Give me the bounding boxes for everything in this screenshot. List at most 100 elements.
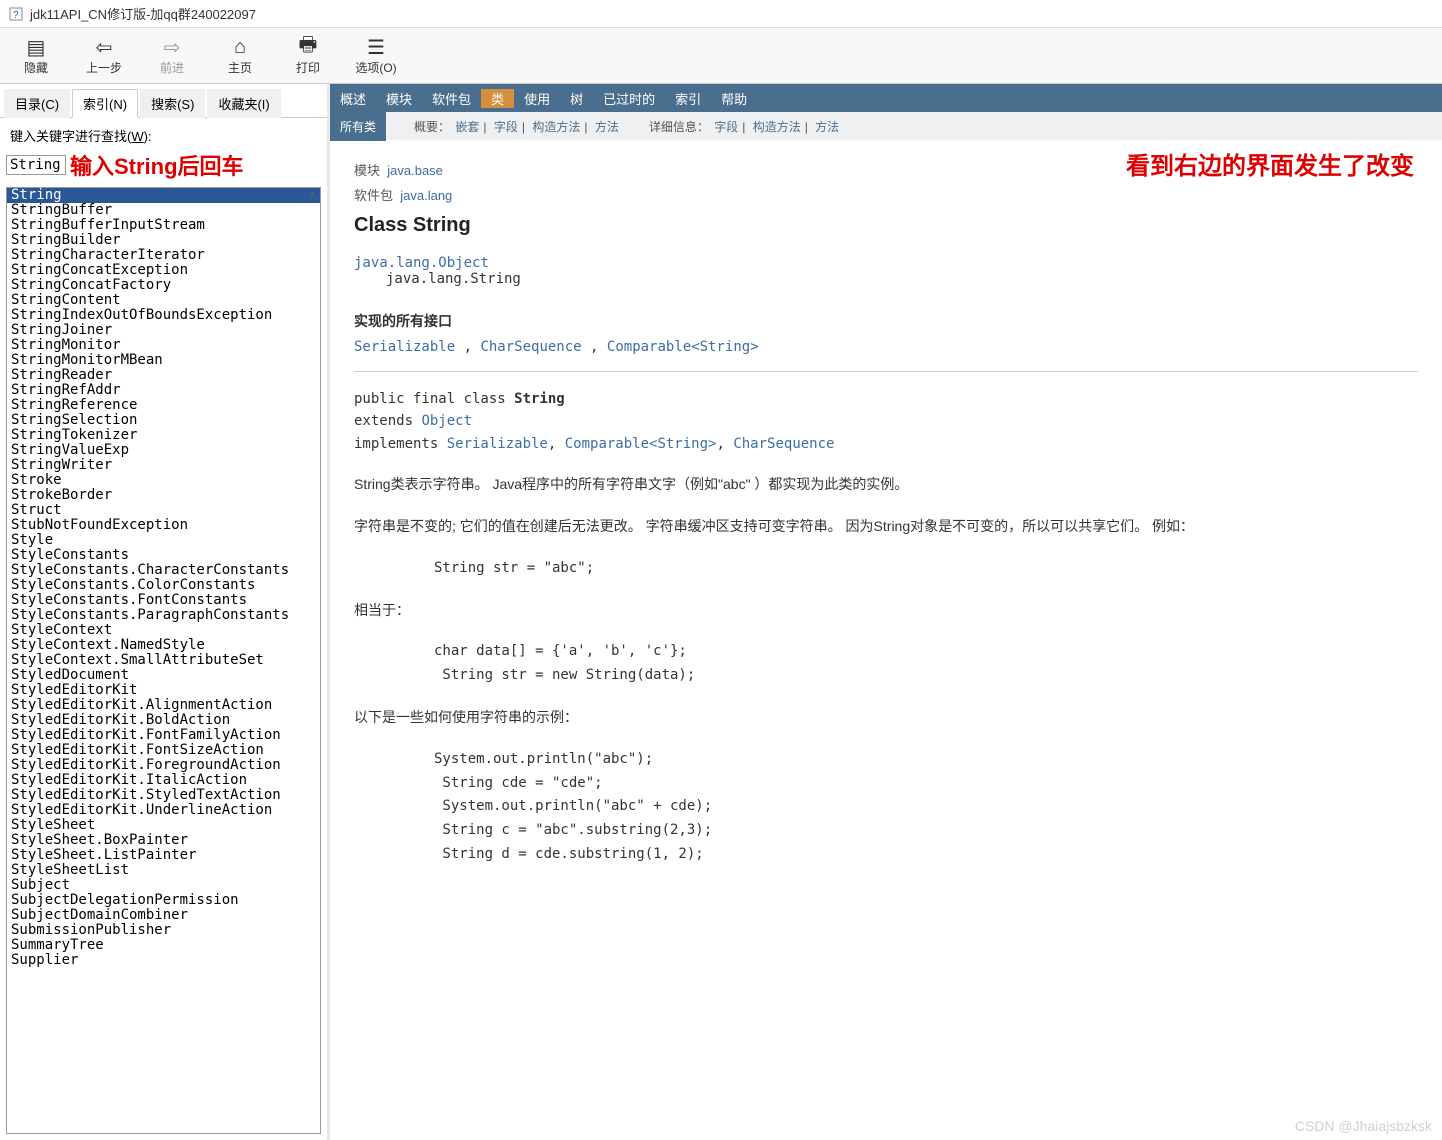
iface-comparable[interactable]: Comparable<String>	[607, 339, 759, 355]
list-item[interactable]: StringReference	[7, 398, 320, 413]
tab-index[interactable]: 索引(N)	[72, 89, 138, 118]
list-item[interactable]: StyleConstants.ColorConstants	[7, 578, 320, 593]
list-item[interactable]: StringReader	[7, 368, 320, 383]
list-item[interactable]: Stroke	[7, 473, 320, 488]
hier-string: java.lang.String	[386, 271, 1418, 287]
tab-favorites[interactable]: 收藏夹(I)	[207, 89, 280, 118]
nav-tree[interactable]: 树	[560, 89, 593, 108]
list-item[interactable]: StyledEditorKit.UnderlineAction	[7, 803, 320, 818]
list-item[interactable]: StyleConstants.CharacterConstants	[7, 563, 320, 578]
module-link[interactable]: java.base	[387, 163, 443, 178]
doc-content[interactable]: 看到右边的界面发生了改变 模块 java.base 软件包 java.lang …	[330, 140, 1442, 1140]
nav-index[interactable]: 索引	[665, 89, 711, 108]
list-item[interactable]: StyleSheetList	[7, 863, 320, 878]
back-button[interactable]: ⇦上一步	[76, 35, 132, 76]
list-item[interactable]: SummaryTree	[7, 938, 320, 953]
list-item[interactable]: StyleConstants	[7, 548, 320, 563]
list-item[interactable]: StyleContext.NamedStyle	[7, 638, 320, 653]
list-item[interactable]: StringJoiner	[7, 323, 320, 338]
window-title: jdk11API_CN修订版-加qq群240022097	[30, 4, 256, 23]
list-item[interactable]: StyledDocument	[7, 668, 320, 683]
print-button[interactable]: 🖶打印	[280, 35, 336, 76]
summary-nested[interactable]: 嵌套	[455, 120, 479, 134]
list-item[interactable]: StyledEditorKit.AlignmentAction	[7, 698, 320, 713]
hier-object[interactable]: java.lang.Object	[354, 255, 489, 271]
scroll-arrow-icon[interactable]: ∧	[304, 190, 320, 201]
list-item[interactable]: StubNotFoundException	[7, 518, 320, 533]
list-item[interactable]: Style	[7, 533, 320, 548]
list-item[interactable]: StringMonitorMBean	[7, 353, 320, 368]
list-item[interactable]: StyledEditorKit.StyledTextAction	[7, 788, 320, 803]
list-item[interactable]: StringWriter	[7, 458, 320, 473]
forward-button: ⇨前进	[144, 35, 200, 76]
summary-method[interactable]: 方法	[595, 120, 619, 134]
list-item[interactable]: StringIndexOutOfBoundsException	[7, 308, 320, 323]
list-item[interactable]: StringBufferInputStream	[7, 218, 320, 233]
list-item[interactable]: StyleSheet.ListPainter	[7, 848, 320, 863]
nav-use[interactable]: 使用	[514, 89, 560, 108]
options-button[interactable]: ☰选项(O)	[348, 35, 404, 76]
package-line: 软件包 java.lang	[354, 185, 1418, 204]
list-item[interactable]: StyledEditorKit.FontSizeAction	[7, 743, 320, 758]
options-icon: ☰	[367, 35, 385, 59]
nav-package[interactable]: 软件包	[422, 89, 481, 108]
list-item[interactable]: Struct	[7, 503, 320, 518]
paragraph-3: 以下是一些如何使用字符串的示例：	[354, 706, 1418, 730]
list-item[interactable]: StringConcatFactory	[7, 278, 320, 293]
toolbar: ▤隐藏 ⇦上一步 ⇨前进 ⌂主页 🖶打印 ☰选项(O)	[0, 28, 1442, 84]
iface-serializable[interactable]: Serializable	[354, 339, 455, 355]
list-item[interactable]: Subject	[7, 878, 320, 893]
main-area: 目录(C) 索引(N) 搜索(S) 收藏夹(I) 键入关键字进行查找(W): 输…	[0, 84, 1442, 1140]
package-link[interactable]: java.lang	[400, 188, 452, 203]
list-item[interactable]: StrokeBorder	[7, 488, 320, 503]
list-item[interactable]: StringBuffer	[7, 203, 320, 218]
detail-field[interactable]: 字段	[714, 120, 738, 134]
list-item[interactable]: StringCharacterIterator	[7, 248, 320, 263]
all-classes-link[interactable]: 所有类	[330, 112, 386, 141]
list-item[interactable]: StringSelection	[7, 413, 320, 428]
nav-help[interactable]: 帮助	[711, 89, 757, 108]
list-item[interactable]: StyleSheet.BoxPainter	[7, 833, 320, 848]
paragraph-2: 字符串是不变的; 它们的值在创建后无法更改。 字符串缓冲区支持可变字符串。 因为…	[354, 515, 1418, 539]
nav-class[interactable]: 类	[481, 89, 514, 108]
extends-link[interactable]: Object	[421, 413, 472, 429]
list-item[interactable]: StyleConstants.ParagraphConstants	[7, 608, 320, 623]
home-button[interactable]: ⌂主页	[212, 35, 268, 76]
list-item[interactable]: StringRefAddr	[7, 383, 320, 398]
hide-button[interactable]: ▤隐藏	[8, 35, 64, 76]
list-item[interactable]: StyledEditorKit.ForegroundAction	[7, 758, 320, 773]
list-item[interactable]: StyledEditorKit.BoldAction	[7, 713, 320, 728]
list-item[interactable]: StringTokenizer	[7, 428, 320, 443]
list-item[interactable]: StyleContext.SmallAttributeSet	[7, 653, 320, 668]
detail-method[interactable]: 方法	[815, 120, 839, 134]
nav-module[interactable]: 模块	[376, 89, 422, 108]
nav-deprecated[interactable]: 已过时的	[593, 89, 665, 108]
list-item[interactable]: StyleContext	[7, 623, 320, 638]
index-list-container[interactable]: ∧ StringStringBufferStringBufferInputStr…	[6, 187, 321, 1134]
tab-search[interactable]: 搜索(S)	[140, 89, 205, 118]
list-item[interactable]: StringValueExp	[7, 443, 320, 458]
list-item[interactable]: StyleConstants.FontConstants	[7, 593, 320, 608]
list-item[interactable]: StyledEditorKit	[7, 683, 320, 698]
paragraph-1: String类表示字符串。 Java程序中的所有字符串文字（例如"abc" ）都…	[354, 473, 1418, 497]
list-item[interactable]: SubjectDomainCombiner	[7, 908, 320, 923]
right-panel: 概述 模块 软件包 类 使用 树 已过时的 索引 帮助 所有类 概要： 嵌套| …	[330, 84, 1442, 1140]
list-item[interactable]: StyledEditorKit.ItalicAction	[7, 773, 320, 788]
list-item[interactable]: StyleSheet	[7, 818, 320, 833]
list-item[interactable]: String	[7, 188, 320, 203]
nav-overview[interactable]: 概述	[330, 89, 376, 108]
list-item[interactable]: SubjectDelegationPermission	[7, 893, 320, 908]
list-item[interactable]: Supplier	[7, 953, 320, 968]
tab-contents[interactable]: 目录(C)	[4, 89, 70, 118]
list-item[interactable]: StringBuilder	[7, 233, 320, 248]
list-item[interactable]: StringMonitor	[7, 338, 320, 353]
summary-field[interactable]: 字段	[494, 120, 518, 134]
list-item[interactable]: StringConcatException	[7, 263, 320, 278]
list-item[interactable]: StyledEditorKit.FontFamilyAction	[7, 728, 320, 743]
detail-constr[interactable]: 构造方法	[753, 120, 801, 134]
search-input[interactable]	[6, 155, 66, 175]
list-item[interactable]: SubmissionPublisher	[7, 923, 320, 938]
list-item[interactable]: StringContent	[7, 293, 320, 308]
summary-constr[interactable]: 构造方法	[532, 120, 580, 134]
iface-charsequence[interactable]: CharSequence	[480, 339, 581, 355]
